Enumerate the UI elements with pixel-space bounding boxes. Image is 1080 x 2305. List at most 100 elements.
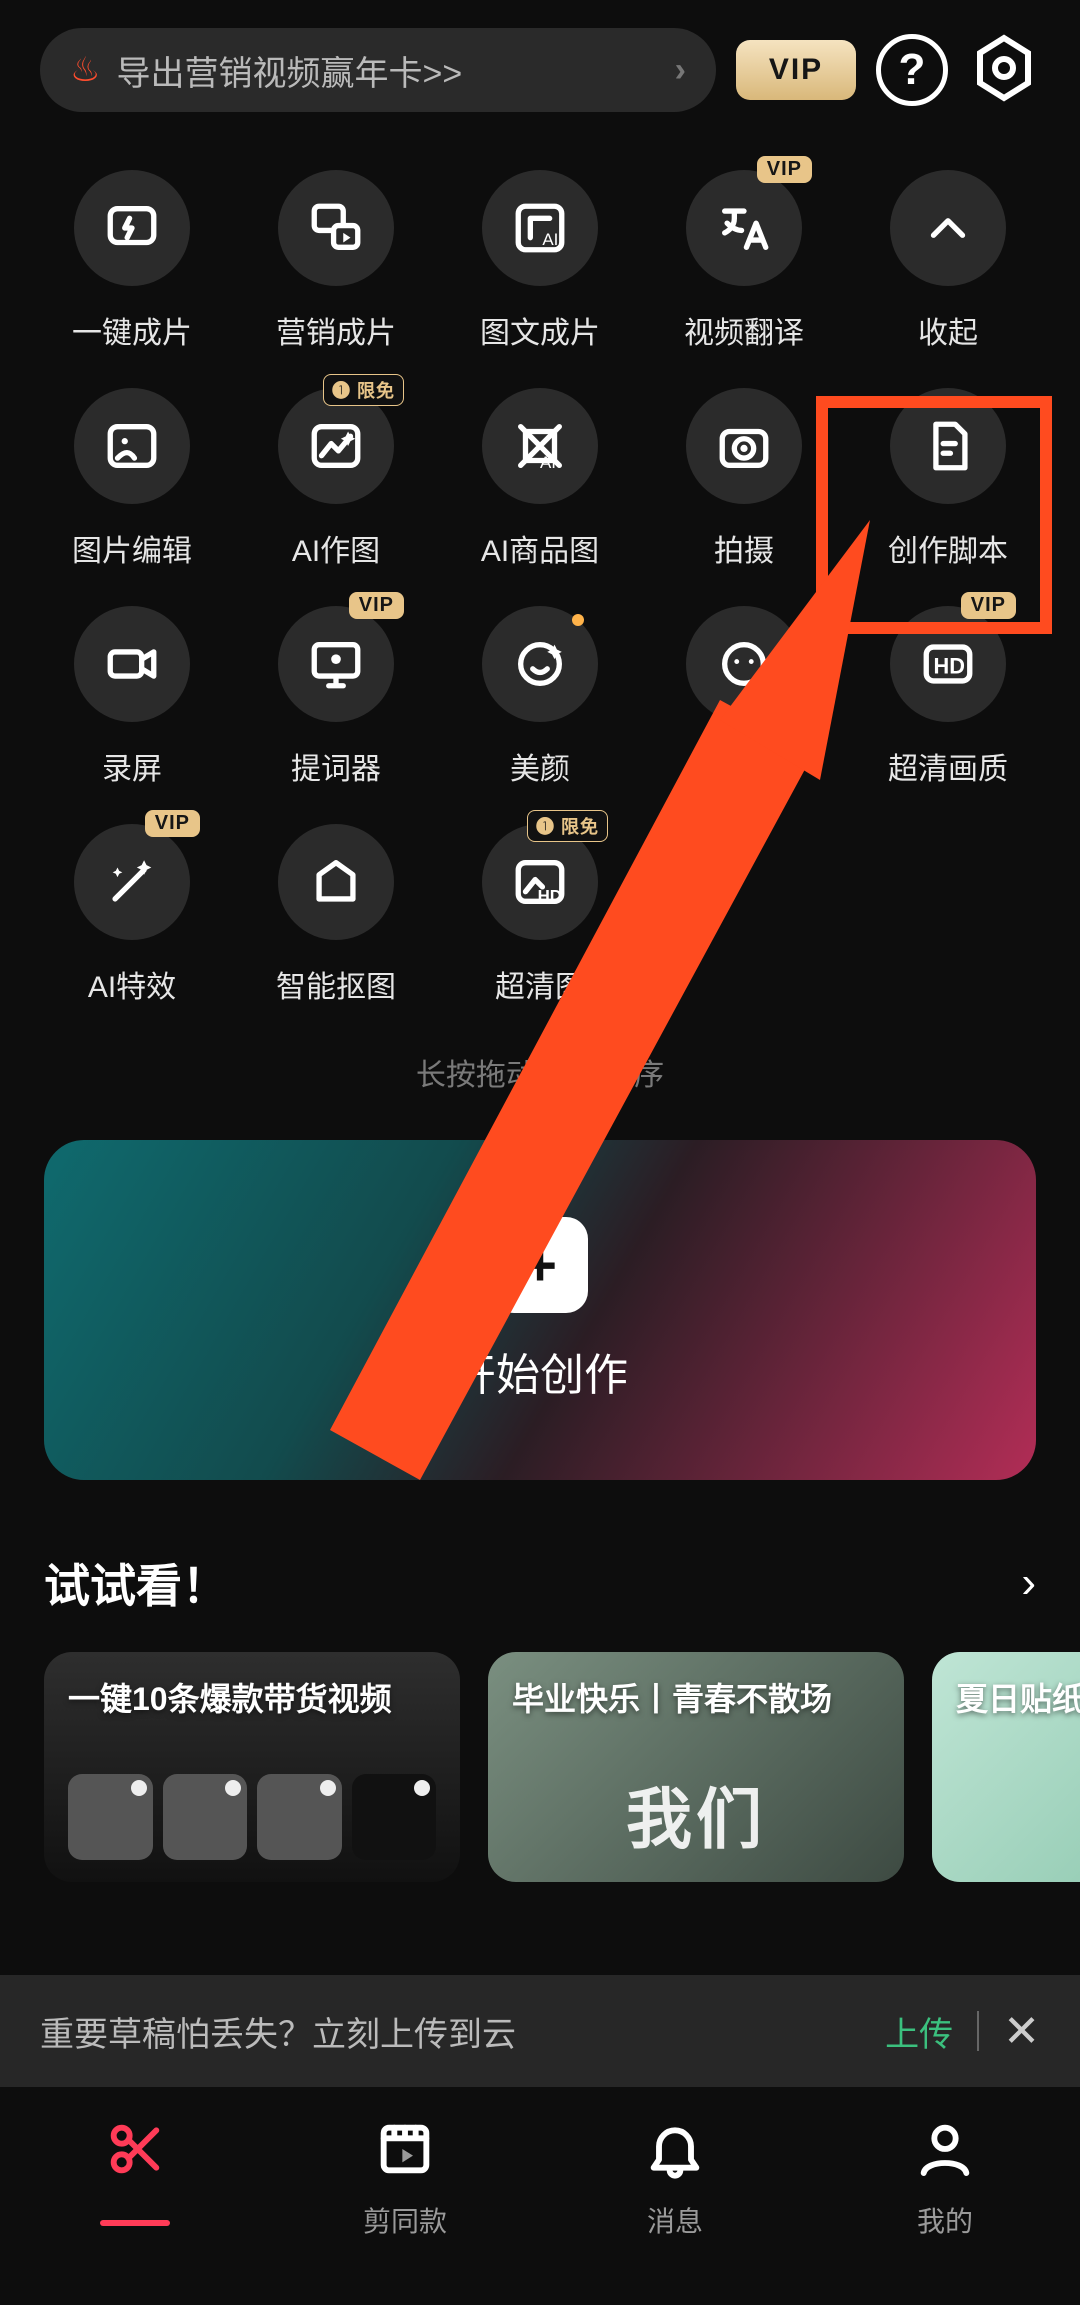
tool-smart-cutout[interactable]: 智能抠图 (234, 824, 438, 1006)
nav-messages[interactable]: 消息 (540, 2117, 810, 2260)
thumbnail-row (68, 1774, 436, 1860)
tool-ai-image[interactable]: ❶ 限免 AI作图 (234, 388, 438, 570)
tool-marketing-video[interactable]: 营销成片 (234, 170, 438, 352)
card-title: 夏日贴纸 (956, 1674, 1080, 1720)
tool-teleprompter[interactable]: VIP 提词器 (234, 606, 438, 788)
tool-image-text-video[interactable]: AI 图文成片 (438, 170, 642, 352)
tool-hd-quality[interactable]: HD VIP 超清画质 (846, 606, 1050, 788)
badge-vip: VIP (145, 810, 200, 837)
tool-label: 提词器 (291, 744, 381, 788)
tool-label: 智能抠图 (276, 962, 396, 1006)
tool-label: 图片编辑 (72, 526, 192, 570)
tool-label: 视频翻译 (684, 308, 804, 352)
svg-text:HD: HD (538, 886, 562, 905)
nav-templates[interactable]: 剪同款 (270, 2117, 540, 2260)
thumbnail (68, 1774, 153, 1860)
tool-label: 超清画质 (888, 744, 1008, 788)
close-icon[interactable]: ✕ (1003, 2006, 1040, 2057)
tool-image-edit[interactable]: 图片编辑 (30, 388, 234, 570)
tool-ai-product-image[interactable]: AI AI商品图 (438, 388, 642, 570)
chevron-right-icon: › (675, 51, 686, 90)
video-cam-icon (74, 606, 190, 722)
camera-icon (686, 388, 802, 504)
tool-collapse[interactable]: 收起 (846, 170, 1050, 352)
face-dots-icon (686, 606, 802, 722)
card-graduation[interactable]: 毕业快乐丨青春不散场我们 (488, 1652, 904, 1882)
card-hot-goods[interactable]: 一键10条爆款带货视频 (44, 1652, 460, 1882)
flame-icon: ♨ (70, 50, 100, 90)
tool-beauty[interactable]: 美颜 (438, 606, 642, 788)
tool-shoot-with[interactable]: 拍 (642, 606, 846, 788)
help-button[interactable]: ? (876, 34, 948, 106)
thumbnail (257, 1774, 342, 1860)
tool-screen-record[interactable]: 录屏 (30, 606, 234, 788)
nav-label: 消息 (647, 2200, 703, 2240)
svg-text:HD: HD (934, 654, 965, 679)
start-create-label: 开始创作 (452, 1339, 628, 1403)
tool-one-click-video[interactable]: 一键成片 (30, 170, 234, 352)
drafts-banner: 重要草稿怕丢失？立刻上传到云 上传 ✕ (0, 1975, 1080, 2087)
crop-ai-icon: AI (482, 388, 598, 504)
badge-limitfree: ❶ 限免 (527, 810, 608, 842)
tool-video-translate[interactable]: VIP 视频翻译 (642, 170, 846, 352)
play-lightning-icon (74, 170, 190, 286)
drafts-text: 重要草稿怕丢失？立刻上传到云 (40, 2007, 885, 2056)
cutout-icon (278, 824, 394, 940)
tool-hd-image[interactable]: HD ❶ 限免 超清图 (438, 824, 642, 1006)
notification-dot (572, 614, 584, 626)
tool-label: 一键成片 (72, 308, 192, 352)
magic-wand-icon: VIP (74, 824, 190, 940)
plus-icon: + (492, 1217, 588, 1313)
tool-script-writer[interactable]: 创作脚本 (846, 388, 1050, 570)
upload-link[interactable]: 上传 (885, 2007, 953, 2056)
nav-underline (100, 2220, 170, 2226)
monitor-icon: VIP (278, 606, 394, 722)
tool-label: 拍摄 (714, 526, 774, 570)
nav-label: 剪同款 (363, 2200, 447, 2240)
tool-capture[interactable]: 拍摄 (642, 388, 846, 570)
card-title: 毕业快乐丨青春不散场 (512, 1674, 832, 1720)
nav-label: 我的 (917, 2200, 973, 2240)
image-sparkle-icon: ❶ 限免 (278, 388, 394, 504)
hd-icon: HD VIP (890, 606, 1006, 722)
reorder-hint: 长按拖动 调整顺序 (0, 1050, 1080, 1094)
tryit-title: 试试看！ (44, 1550, 228, 1616)
tool-label: 拍 (729, 744, 759, 788)
bell-icon (643, 2117, 707, 2186)
badge-vip: VIP (961, 592, 1016, 619)
vip-badge[interactable]: VIP (736, 40, 856, 100)
film-play-icon (373, 2117, 437, 2186)
promo-banner[interactable]: ♨ 导出营销视频赢年卡>> › (40, 28, 716, 112)
card-hanzi: 我们 (626, 1766, 766, 1862)
scissors-icon (103, 2117, 167, 2186)
image-smile-icon (74, 388, 190, 504)
chevron-up-icon (890, 170, 1006, 286)
chevron-right-icon[interactable]: › (1021, 1558, 1036, 1608)
person-icon (913, 2117, 977, 2186)
tool-label: 图文成片 (480, 308, 600, 352)
start-create-card[interactable]: + 开始创作 (44, 1140, 1036, 1480)
tool-label: AI特效 (88, 962, 176, 1006)
tool-label: 营销成片 (276, 308, 396, 352)
badge-vip: VIP (349, 592, 404, 619)
card-summer[interactable]: 夏日贴纸悠 (932, 1652, 1080, 1882)
divider (977, 2011, 979, 2051)
tool-ai-fx[interactable]: VIP AI特效 (30, 824, 234, 1006)
tool-label: 收起 (918, 308, 978, 352)
card-title: 一键10条爆款带货视频 (68, 1674, 392, 1720)
tool-label: 录屏 (102, 744, 162, 788)
svg-text:AI: AI (542, 230, 558, 249)
pip-play-icon (278, 170, 394, 286)
tool-label: AI作图 (292, 526, 380, 570)
nav-me[interactable]: 我的 (810, 2117, 1080, 2260)
translate-icon: VIP (686, 170, 802, 286)
nav-edit[interactable] (0, 2117, 270, 2226)
face-sparkle-icon (482, 606, 598, 722)
tool-label: 创作脚本 (888, 526, 1008, 570)
thumbnail (352, 1774, 437, 1860)
file-dash-icon (890, 388, 1006, 504)
settings-button[interactable] (968, 32, 1040, 109)
badge-vip: VIP (757, 156, 812, 183)
tool-label: 美颜 (510, 744, 570, 788)
image-hd-icon: HD ❶ 限免 (482, 824, 598, 940)
